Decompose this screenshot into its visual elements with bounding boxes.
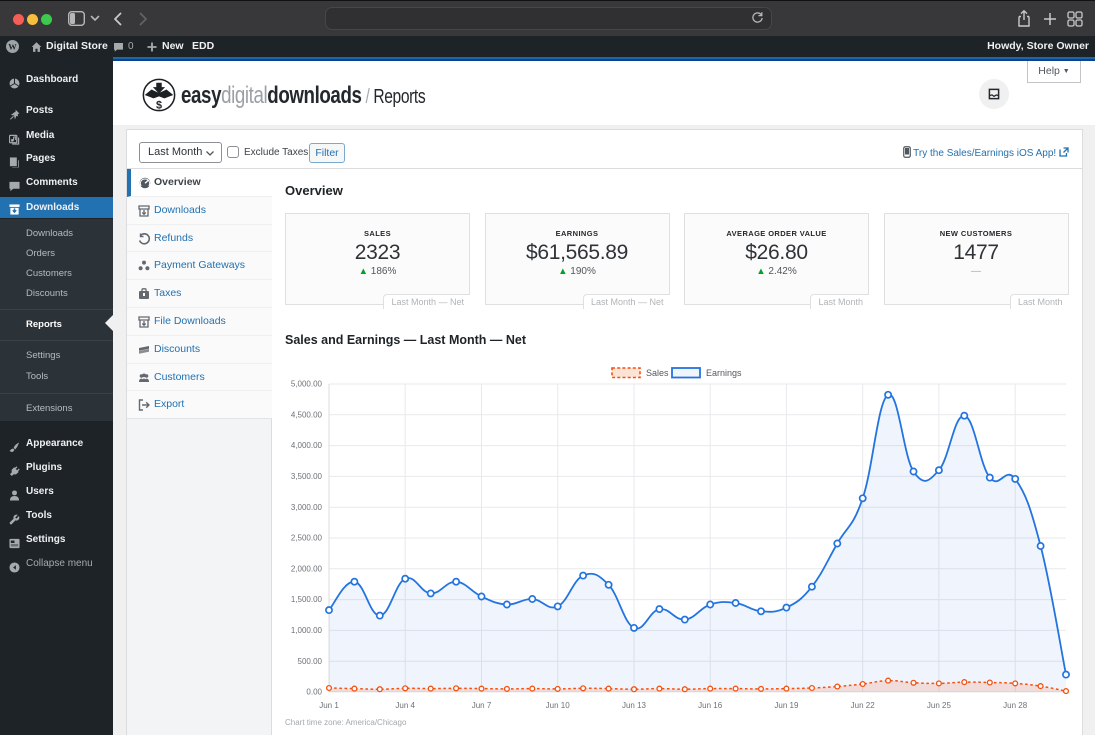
svg-text:Jun 1: Jun 1 [319,701,339,710]
svg-text:5,000.00: 5,000.00 [291,380,323,389]
svg-text:Jun 4: Jun 4 [395,701,415,710]
svg-text:Jun 7: Jun 7 [472,701,492,710]
svg-text:Jun 19: Jun 19 [774,701,799,710]
svg-text:Earnings: Earnings [706,368,742,378]
svg-text:Jun 25: Jun 25 [927,701,952,710]
svg-text:W: W [8,41,17,51]
svg-text:3,500.00: 3,500.00 [291,472,323,481]
svg-text:Jun 13: Jun 13 [622,701,647,710]
svg-text:Chart time zone: America/Chica: Chart time zone: America/Chicago [285,718,407,727]
svg-text:4,000.00: 4,000.00 [291,441,323,450]
svg-text:2,000.00: 2,000.00 [291,564,323,573]
svg-text:1,000.00: 1,000.00 [291,626,323,635]
svg-text:4,500.00: 4,500.00 [291,410,323,419]
svg-text:0.00: 0.00 [306,688,322,697]
svg-text:Jun 10: Jun 10 [546,701,571,710]
svg-text:1,500.00: 1,500.00 [291,595,323,604]
svg-text:Jun 28: Jun 28 [1003,701,1028,710]
svg-text:Jun 16: Jun 16 [698,701,723,710]
svg-text:Jun 22: Jun 22 [851,701,876,710]
svg-text:500.00: 500.00 [298,657,323,666]
svg-text:Sales: Sales [646,368,669,378]
svg-text:3,000.00: 3,000.00 [291,503,323,512]
svg-text:$: $ [156,100,162,112]
svg-text:2,500.00: 2,500.00 [291,534,323,543]
